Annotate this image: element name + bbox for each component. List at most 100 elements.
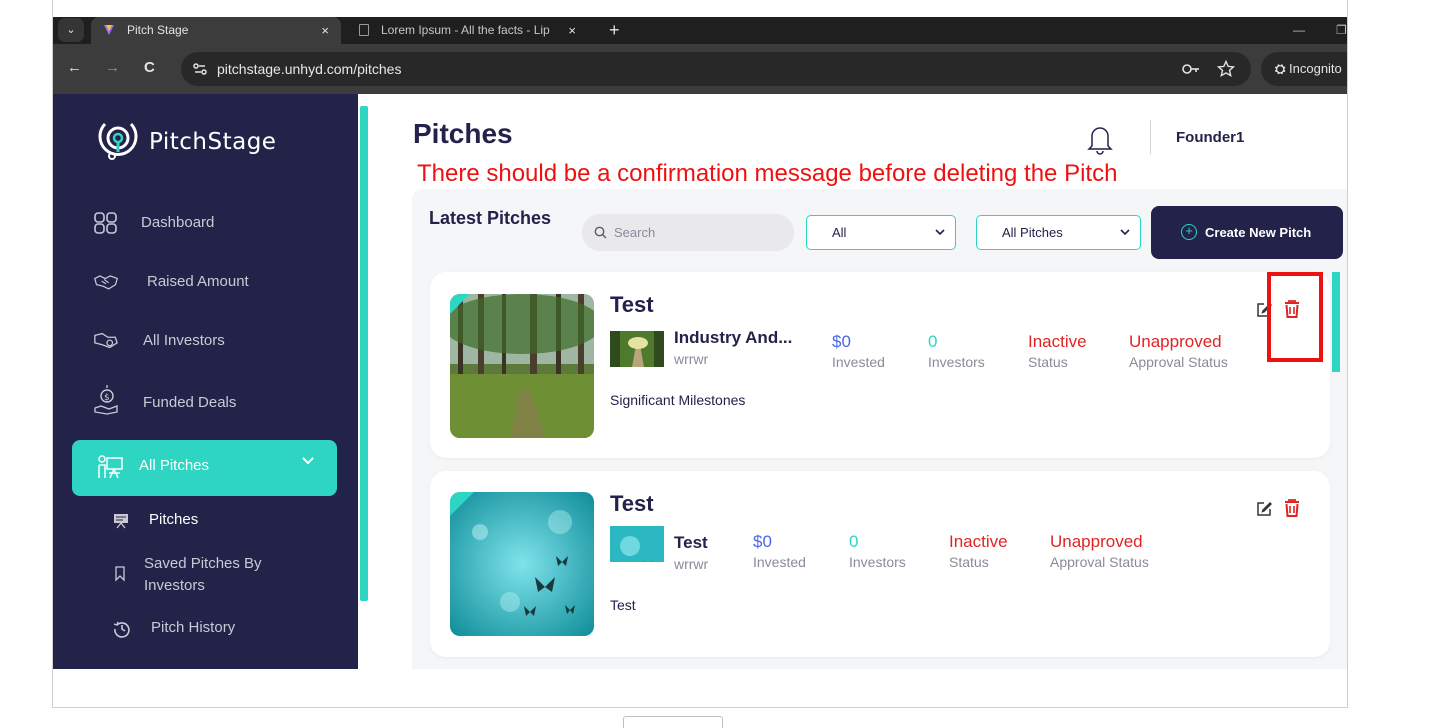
investors-value: 0 xyxy=(849,532,859,551)
sidebar-subitem-label: Pitches xyxy=(149,511,199,528)
password-key-icon[interactable] xyxy=(1181,60,1201,78)
create-label: Create New Pitch xyxy=(1205,225,1312,240)
sidebar-item-label: Dashboard xyxy=(141,214,215,231)
pitch-image xyxy=(450,294,594,438)
browser-toolbar: ← → C pitchstage.unhyd.com/pitches ⛭ Inc… xyxy=(53,44,1347,94)
search-input[interactable]: Search xyxy=(582,214,794,251)
pitch-card[interactable]: Test Industry And... wrrwr $0 Invested 0… xyxy=(430,272,1330,458)
pitch-description: Significant Milestones xyxy=(610,392,746,408)
svg-text:$: $ xyxy=(104,393,110,403)
status-label: Status xyxy=(1028,354,1068,370)
tab-search-button[interactable]: ⌄ xyxy=(58,18,84,42)
history-icon xyxy=(113,621,130,638)
pitch-image xyxy=(450,492,594,636)
pitch-thumbnail xyxy=(610,331,664,367)
invested-value: $0 xyxy=(832,332,851,351)
site-settings-icon[interactable] xyxy=(190,59,210,79)
pitch-subtitle: wrrwr xyxy=(674,351,709,367)
restore-button[interactable]: ❐ xyxy=(1336,17,1347,44)
investors-label: Investors xyxy=(928,354,985,370)
review-annotation: There should be a confirmation message b… xyxy=(417,160,1118,187)
pitch-title: Test xyxy=(610,292,654,317)
invested-value: $0 xyxy=(753,532,772,551)
chevron-down-icon xyxy=(935,229,945,236)
url-text: pitchstage.unhyd.com/pitches xyxy=(217,61,402,77)
bell-icon[interactable] xyxy=(1084,120,1116,156)
sidebar-item-label: All Investors xyxy=(143,332,225,349)
bookmark-star-icon[interactable] xyxy=(1217,60,1235,78)
edit-icon[interactable] xyxy=(1255,500,1273,518)
back-button[interactable]: ← xyxy=(67,58,82,78)
minimize-button[interactable]: — xyxy=(1293,17,1305,44)
delete-highlight-box xyxy=(1267,272,1323,362)
main-content: Pitches Founder1 There should be a confi… xyxy=(370,94,1347,669)
app: PitchStage Dashboard Raised Amount All I… xyxy=(53,94,1347,669)
page-favicon-icon xyxy=(359,24,369,36)
approval-label: Approval Status xyxy=(1129,354,1228,370)
pitch-thumbnail xyxy=(610,526,664,562)
incognito-label: Incognito xyxy=(1289,61,1342,76)
sidebar-item-label: Funded Deals xyxy=(143,394,237,411)
list-scroll-thumb[interactable] xyxy=(1332,272,1340,372)
reload-button[interactable]: C xyxy=(144,58,155,78)
incognito-icon: ⛭ xyxy=(1275,61,1290,76)
brand-name: PitchStage xyxy=(149,129,277,155)
plus-circle-icon: + xyxy=(1181,224,1197,240)
create-new-pitch-button[interactable]: + Create New Pitch xyxy=(1151,206,1343,259)
sidebar: PitchStage Dashboard Raised Amount All I… xyxy=(53,94,358,669)
pitch-subtitle: wrrwr xyxy=(674,556,709,572)
pitch-industry: Industry And... xyxy=(674,328,793,347)
filter-select[interactable]: All xyxy=(806,215,956,250)
invested-label: Invested xyxy=(753,554,806,570)
pitch-industry: Test xyxy=(674,533,708,552)
pitch-title: Test xyxy=(610,491,654,516)
new-tab-button[interactable]: + xyxy=(609,17,620,44)
tab-pitch-stage[interactable]: Pitch Stage × xyxy=(91,17,341,44)
screenshot-frame: ⌄ Pitch Stage × Lorem Ipsum - All the fa… xyxy=(52,0,1348,708)
pitchstage-favicon-icon xyxy=(104,25,114,35)
sidebar-scroll-thumb[interactable] xyxy=(360,106,368,601)
pitch-card[interactable]: Test Test wrrwr $0 Invested 0 Investors … xyxy=(430,471,1330,657)
incognito-indicator[interactable]: ⛭ Incognito xyxy=(1261,52,1347,86)
address-bar[interactable]: pitchstage.unhyd.com/pitches xyxy=(181,52,1251,86)
sidebar-subitem-label: Pitch History xyxy=(151,619,236,636)
chevron-down-icon[interactable] xyxy=(301,456,315,466)
sidebar-item-all-pitches[interactable]: All Pitches xyxy=(72,440,337,496)
approval-label: Approval Status xyxy=(1050,554,1149,570)
handshake-icon xyxy=(94,275,119,290)
presentation-icon xyxy=(98,455,123,479)
delete-trash-icon[interactable] xyxy=(1283,498,1301,518)
chevron-down-icon xyxy=(1120,229,1130,236)
browser-tab-bar: ⌄ Pitch Stage × Lorem Ipsum - All the fa… xyxy=(53,17,1347,44)
search-placeholder: Search xyxy=(614,225,656,240)
sidebar-item-label: Raised Amount xyxy=(147,273,249,290)
tab-lorem-ipsum[interactable]: Lorem Ipsum - All the facts - Lip × xyxy=(353,17,598,44)
pitchstage-logo-icon xyxy=(98,122,138,160)
dashboard-icon xyxy=(94,212,117,234)
investors-value: 0 xyxy=(928,332,938,351)
invested-label: Invested xyxy=(832,354,885,370)
funded-icon: $ xyxy=(94,385,118,415)
forward-button[interactable]: → xyxy=(105,58,120,78)
approval-value: Unapproved xyxy=(1129,332,1222,351)
latest-pitches-heading: Latest Pitches xyxy=(429,208,552,228)
status-value: Inactive xyxy=(1028,332,1087,351)
tab-title: Pitch Stage xyxy=(127,23,189,37)
sidebar-subitem-label: Saved Pitches By Investors xyxy=(144,555,262,594)
status-label: Status xyxy=(949,554,989,570)
pitch-description: Test xyxy=(610,597,636,613)
tab-close-icon[interactable]: × xyxy=(568,17,576,44)
sidebar-item-label: All Pitches xyxy=(139,457,210,474)
bottom-tab-stub xyxy=(623,716,723,728)
status-value: Inactive xyxy=(949,532,1008,551)
pitch-type-value: All Pitches xyxy=(1002,225,1063,240)
search-icon xyxy=(594,226,607,239)
approval-value: Unapproved xyxy=(1050,532,1143,551)
tab-close-icon[interactable]: × xyxy=(321,17,329,44)
tab-title: Lorem Ipsum - All the facts - Lip xyxy=(381,23,550,37)
header-divider xyxy=(1150,120,1151,154)
investors-label: Investors xyxy=(849,554,906,570)
user-name[interactable]: Founder1 xyxy=(1176,129,1244,146)
pitch-type-select[interactable]: All Pitches xyxy=(976,215,1141,250)
bookmark-icon xyxy=(115,566,125,582)
